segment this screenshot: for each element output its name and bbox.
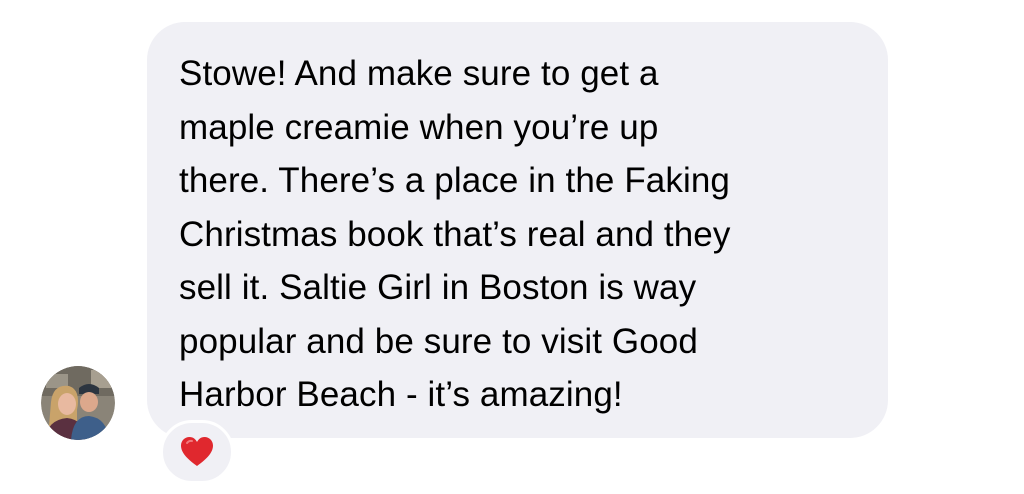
message-text: Stowe! And make sure to get a maple crea… bbox=[179, 54, 731, 414]
message-bubble[interactable]: Stowe! And make sure to get a maple crea… bbox=[147, 22, 888, 438]
profile-photo bbox=[41, 366, 115, 440]
avatar[interactable] bbox=[41, 366, 115, 440]
heart-icon bbox=[181, 437, 213, 466]
message-thread: Stowe! And make sure to get a maple crea… bbox=[0, 0, 1024, 494]
reaction-badge[interactable] bbox=[160, 420, 234, 484]
